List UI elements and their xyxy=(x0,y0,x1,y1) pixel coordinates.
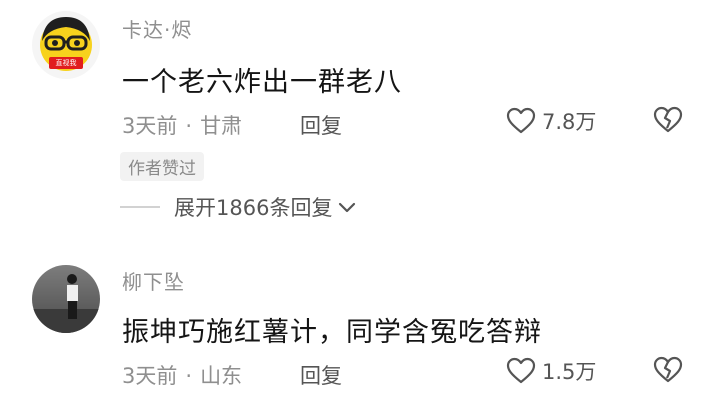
heart-outline-icon xyxy=(506,357,536,384)
reply-button[interactable]: 回复 xyxy=(300,360,342,390)
reply-button[interactable]: 回复 xyxy=(300,110,342,140)
comment-item: 直视我 卡达·烬 一个老六炸出一群老八 3天前 · 甘肃 回复 7.8万 作者赞过 … xyxy=(0,0,720,250)
username[interactable]: 卡达·烬 xyxy=(122,14,192,43)
comment-location: 山东 xyxy=(200,364,243,388)
avatar[interactable] xyxy=(32,265,100,333)
comment-text[interactable]: 一个老六炸出一群老八 xyxy=(122,60,402,99)
comment-time: 3天前 xyxy=(122,114,178,138)
expand-replies-label: 展开1866条回复 xyxy=(174,196,333,220)
like-count: 1.5万 xyxy=(542,360,597,384)
heart-outline-icon xyxy=(506,107,536,134)
username[interactable]: 柳下坠 xyxy=(122,266,185,295)
comment-location: 甘肃 xyxy=(200,114,243,138)
expand-replies-button[interactable]: 展开1866条回复 xyxy=(120,192,356,222)
dislike-button[interactable] xyxy=(652,106,684,138)
chevron-down-icon xyxy=(339,202,356,213)
avatar-badge-text: 直视我 xyxy=(55,59,77,67)
comment-text[interactable]: 振坤巧施红薯计，同学含冤吃答辩 xyxy=(122,310,542,349)
like-button[interactable]: 1.5万 xyxy=(506,356,596,386)
avatar[interactable]: 直视我 xyxy=(32,11,100,79)
dislike-button[interactable] xyxy=(652,356,684,388)
like-count: 7.8万 xyxy=(542,110,597,134)
comment-time: 3天前 xyxy=(122,364,178,388)
broken-heart-icon xyxy=(653,106,683,133)
like-button[interactable]: 7.8万 xyxy=(506,106,596,136)
comment-meta: 3天前 · 甘肃 xyxy=(122,110,242,140)
meta-separator: · xyxy=(185,364,193,388)
author-liked-badge: 作者赞过 xyxy=(120,152,204,181)
expand-divider xyxy=(120,206,160,208)
comment-item: 柳下坠 振坤巧施红薯计，同学含冤吃答辩 3天前 · 山东 回复 1.5万 xyxy=(0,258,720,405)
comment-meta: 3天前 · 山东 xyxy=(122,360,242,390)
broken-heart-icon xyxy=(653,356,683,383)
meta-separator: · xyxy=(185,114,193,138)
